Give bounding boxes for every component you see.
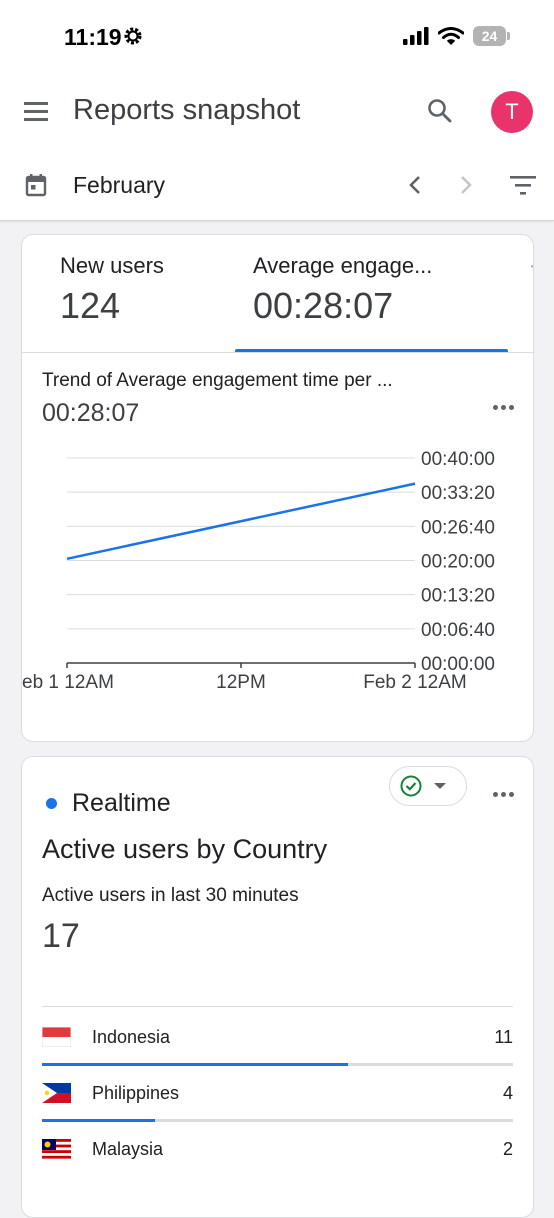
date-range-label[interactable]: February — [73, 172, 165, 199]
x-tick-label: eb 1 12AM — [22, 672, 114, 693]
metric-value: 17 — [42, 917, 80, 955]
chart-title: Trend of Average engagement time per ... — [42, 370, 393, 391]
country-count: 4 — [502, 1083, 513, 1103]
live-dot-icon — [46, 798, 57, 809]
tab-average-engagement[interactable]: Average engage... 00:28:07 — [235, 235, 529, 353]
y-tick-label: 00:33:20 — [421, 483, 495, 504]
card-title: Active users by Country — [42, 834, 328, 864]
tab-label: New users — [60, 253, 164, 278]
wifi-icon — [438, 26, 464, 45]
avatar[interactable]: T — [491, 91, 533, 133]
more-options-icon[interactable] — [493, 784, 517, 797]
realtime-label: Realtime — [72, 789, 171, 817]
realtime-card: Realtime Active users by Country Active … — [21, 756, 534, 1218]
signal-icon — [403, 27, 429, 45]
trend-chart: 00:40:00 00:33:20 00:26:40 00:20:00 00:13:20… — [22, 449, 495, 693]
chevron-left-icon[interactable] — [405, 173, 425, 197]
country-name: Philippines — [92, 1083, 180, 1103]
app-bar: Reports snapshot T February — [0, 70, 554, 221]
chart-value: 00:28:07 — [42, 399, 140, 427]
country-row-malaysia[interactable]: Malaysia 2 — [42, 1119, 513, 1175]
dropdown-arrow-icon — [434, 783, 446, 789]
gear-icon — [124, 27, 142, 45]
country-row-philippines[interactable]: Philippines 4 — [42, 1063, 513, 1122]
y-tick-label: 00:06:40 — [421, 620, 495, 641]
y-tick-label: 00:40:00 — [421, 449, 495, 470]
country-name: Indonesia — [92, 1027, 171, 1047]
menu-icon[interactable] — [24, 102, 48, 122]
tab-value: 00:28:07 — [253, 285, 394, 326]
chevron-right-icon[interactable] — [456, 173, 476, 197]
page-title: Reports snapshot — [73, 94, 301, 126]
y-tick-label: 00:13:20 — [421, 586, 495, 607]
tab-value: 124 — [60, 285, 121, 326]
status-time: 11:19 — [64, 24, 122, 50]
indonesia-flag-icon — [42, 1027, 71, 1047]
y-tick-label: 00:20:00 — [421, 552, 495, 573]
calendar-icon[interactable] — [25, 173, 47, 197]
country-count: 11 — [494, 1027, 513, 1047]
x-tick-label: 12PM — [216, 672, 266, 693]
y-tick-label: 00:26:40 — [421, 517, 495, 538]
search-icon[interactable] — [426, 97, 454, 125]
country-name: Malaysia — [92, 1139, 164, 1159]
data-status-chip[interactable] — [389, 766, 467, 806]
x-tick-label: Feb 2 12AM — [363, 672, 467, 693]
malaysia-flag-icon — [42, 1139, 71, 1159]
more-options-icon[interactable] — [493, 397, 517, 410]
realtime-badge: Realtime — [46, 789, 171, 818]
check-circle-icon — [400, 775, 422, 797]
tab-new-users[interactable]: New users 124 — [22, 235, 235, 353]
battery-icon: 24 — [473, 26, 510, 46]
metric-label: Active users in last 30 minutes — [42, 885, 299, 906]
philippines-flag-icon — [42, 1083, 71, 1103]
tab-overflow-edge: · — [529, 255, 533, 278]
avatar-initial: T — [505, 99, 519, 124]
series-line — [66, 482, 416, 561]
engagement-card: New users 124 Average engage... 00:28:07… — [21, 234, 534, 742]
status-bar: 11:19 24 — [0, 0, 554, 70]
tab-label: Average engage... — [253, 253, 433, 278]
filter-icon[interactable] — [510, 175, 536, 195]
battery-level: 24 — [481, 28, 498, 44]
country-count: 2 — [502, 1139, 513, 1159]
country-row-indonesia[interactable]: Indonesia 11 — [42, 1007, 513, 1066]
divider — [22, 352, 533, 353]
